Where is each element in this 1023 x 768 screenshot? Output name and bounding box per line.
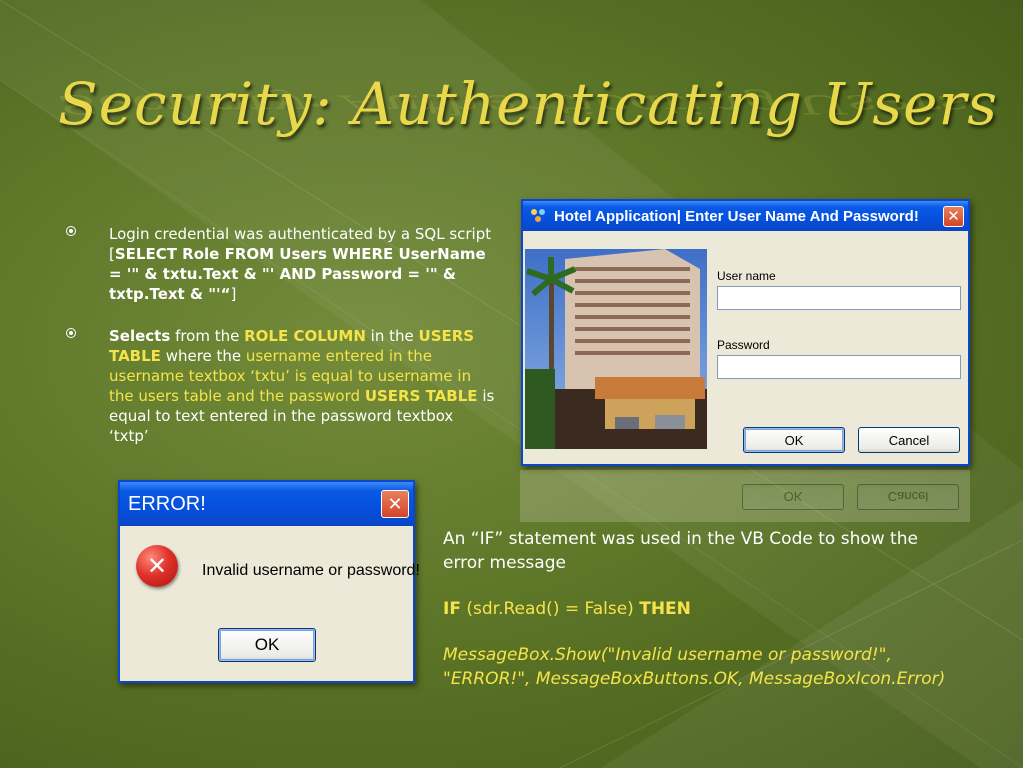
if-condition: (sdr.Read() = False) [460, 599, 640, 619]
close-icon: ✕ [387, 493, 403, 515]
password-input[interactable] [717, 355, 961, 379]
error-message: Invalid username or password! [202, 562, 420, 579]
hotel-photo [525, 249, 707, 449]
messagebox-code: MessageBox.Show("Invalid username or pas… [443, 645, 946, 689]
bullet-text: in the [365, 327, 419, 345]
username-input[interactable] [717, 286, 961, 310]
error-icon-glyph: ✕ [146, 552, 168, 580]
bullet-bold: Selects [109, 327, 171, 345]
app-icon [531, 209, 545, 222]
error-icon: ✕ [136, 545, 178, 587]
bullet-marker-icon [66, 226, 76, 236]
error-dialog-title: ERROR! [128, 492, 206, 515]
close-button[interactable]: ✕ [381, 490, 409, 518]
cancel-button-label: Cancel [888, 432, 930, 448]
bullet-text: where the [160, 347, 246, 365]
close-icon: ✕ [947, 207, 960, 225]
bullet-text: ] [230, 285, 237, 303]
username-label: User name [717, 269, 776, 283]
bullet-highlight: ROLE COLUMN [244, 327, 366, 345]
error-dialog: ERROR! ✕ ✕ Invalid username or password!… [118, 480, 420, 683]
then-keyword: THEN [639, 599, 691, 619]
ok-button[interactable]: OK [743, 427, 845, 453]
bullet-list: Login credential was authenticated by a … [66, 224, 496, 468]
close-button[interactable]: ✕ [943, 205, 964, 227]
ok-button-label: OK [254, 635, 280, 654]
ok-button-label: OK [784, 432, 804, 448]
login-dialog: Hotel Application| Enter User Name And P… [521, 199, 970, 466]
sql-query: SELECT Role FROM Users WHERE UserName = … [109, 245, 486, 303]
bullet-item: Selects from the ROLE COLUMN in the USER… [66, 326, 496, 446]
code-intro: An “IF” statement was used in the VB Cod… [443, 529, 918, 573]
bullet-item: Login credential was authenticated by a … [66, 224, 496, 304]
login-dialog-titlebar[interactable]: Hotel Application| Enter User Name And P… [523, 201, 968, 231]
bullet-marker-icon [66, 328, 76, 338]
slide: Security: Authenticating Users Security:… [0, 0, 1023, 768]
code-explanation: An “IF” statement was used in the VB Cod… [443, 527, 963, 713]
password-label: Password [717, 338, 770, 352]
cancel-button[interactable]: Cancel [858, 427, 960, 453]
if-statement: IF (sdr.Read() = False) THEN [443, 597, 963, 621]
error-dialog-titlebar[interactable]: ERROR! ✕ [120, 482, 413, 526]
bullet-text: from the [170, 327, 245, 345]
login-dialog-title: Hotel Application| Enter User Name And P… [554, 207, 919, 225]
slide-title: Security: Authenticating Users [58, 70, 998, 138]
if-keyword: IF [443, 599, 461, 619]
bullet-highlight: USERS TABLE [364, 387, 478, 405]
ok-button[interactable]: OK [218, 628, 316, 662]
